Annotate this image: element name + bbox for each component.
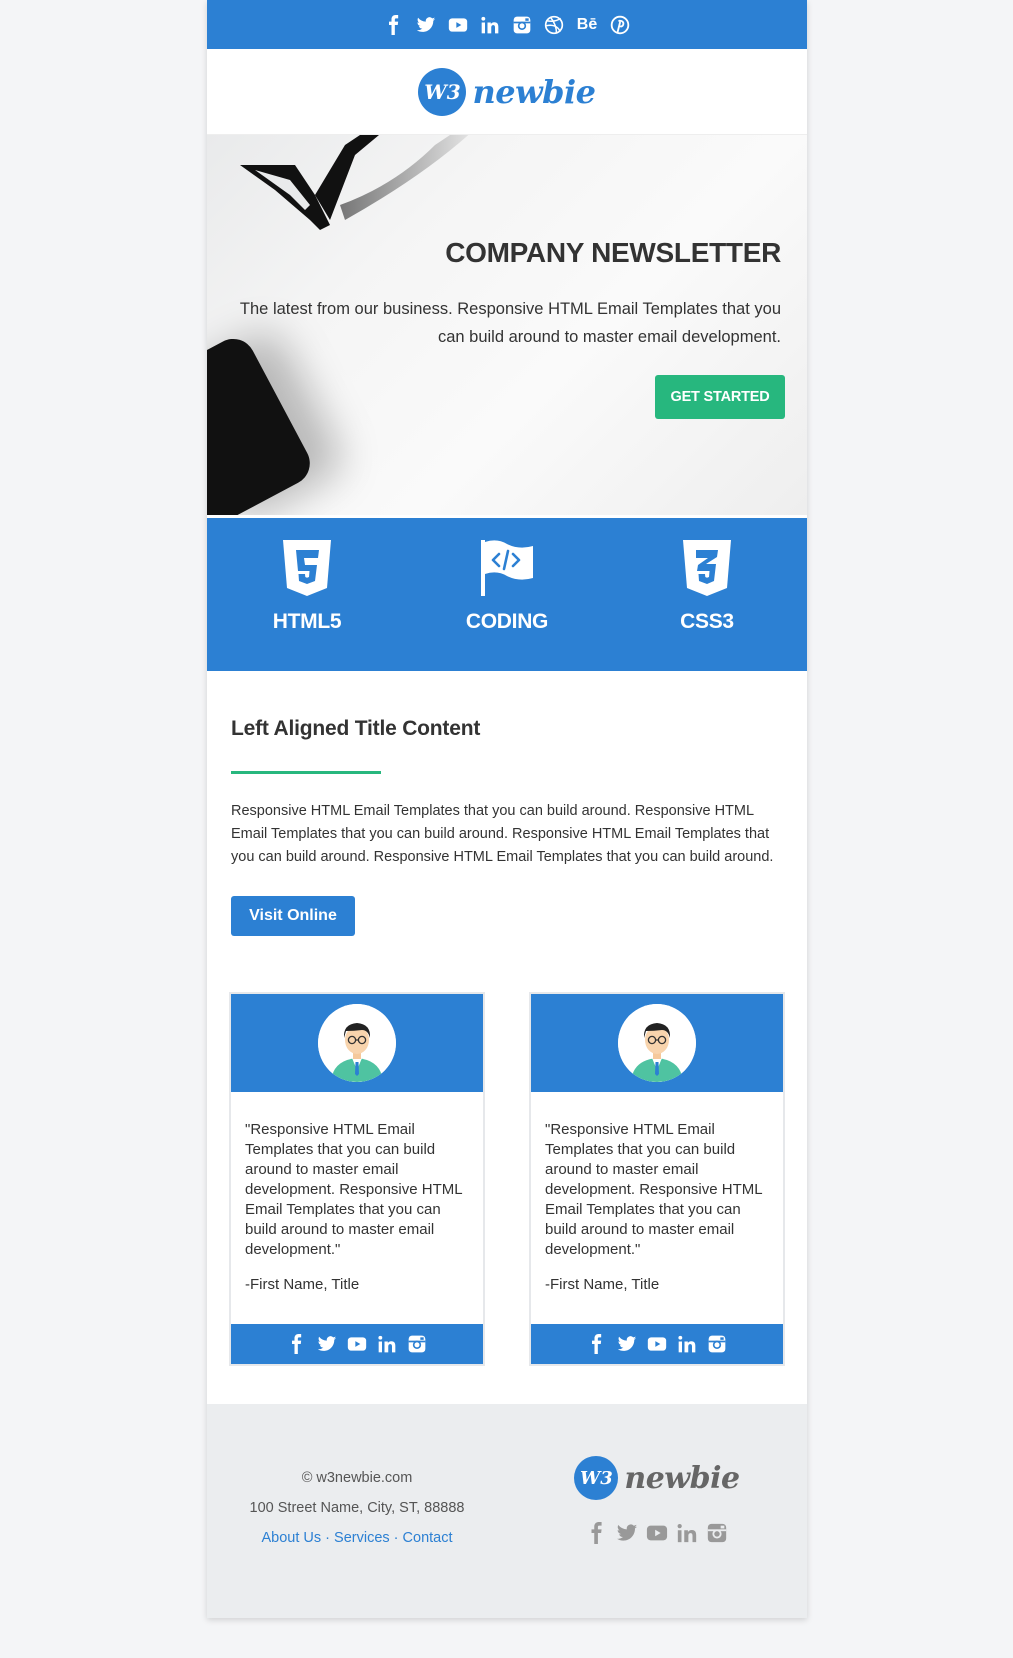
youtube-icon[interactable] [447,14,469,36]
pinterest-icon[interactable] [609,14,631,36]
facebook-icon[interactable] [586,1333,608,1355]
card-header [531,994,783,1092]
twitter-icon[interactable] [316,1333,338,1355]
testimonial-card: "Responsive HTML Email Templates that yo… [529,992,785,1366]
youtube-icon[interactable] [346,1333,368,1355]
footer-info: © w3newbie.com 100 Street Name, City, ST… [207,1470,507,1560]
linkedin-icon[interactable] [479,14,501,36]
html5-icon [283,540,331,596]
card-social-bar [531,1324,783,1364]
instagram-icon[interactable] [706,1522,728,1544]
testimonial-cards: "Responsive HTML Email Templates that yo… [207,936,807,1366]
logo-text: newbie [472,72,596,111]
card-header [231,994,483,1092]
logo-text: newbie [624,1460,740,1496]
testimonial-card: "Responsive HTML Email Templates that yo… [229,992,485,1366]
logo-badge: W3 [574,1456,619,1500]
testimonial-signature: -First Name, Title [245,1276,360,1293]
footer-social-icons [586,1522,728,1544]
email-container: Bē W3 newbie COMPANY NEWSLETTER The late… [207,0,807,1618]
instagram-icon[interactable] [511,14,533,36]
linkedin-icon[interactable] [376,1333,398,1355]
link-separator: · [321,1530,335,1546]
footer-brand: W3 newbie [507,1456,807,1544]
title-divider [231,771,381,774]
address-text: 100 Street Name, City, ST, 88888 [249,1500,465,1516]
avatar [618,1004,696,1082]
hero-banner: COMPANY NEWSLETTER The latest from our b… [207,135,807,515]
link-separator: · [389,1530,403,1546]
copyright-text: © w3newbie.com [301,1470,413,1486]
avatar [318,1004,396,1082]
section-title: Left Aligned Title Content [231,717,481,740]
top-social-bar: Bē [207,0,807,49]
linkedin-icon[interactable] [676,1333,698,1355]
facebook-icon[interactable] [383,14,405,36]
twitter-icon[interactable] [415,14,437,36]
glasses-image [240,135,469,230]
services-link[interactable]: Services [334,1530,390,1546]
facebook-icon[interactable] [286,1333,308,1355]
feature-label: CODING [465,610,549,633]
twitter-icon[interactable] [616,1522,638,1544]
get-started-button[interactable]: GET STARTED [655,375,785,419]
instagram-icon[interactable] [406,1333,428,1355]
logo-badge: W3 [418,67,467,116]
dribbble-icon[interactable] [543,14,565,36]
youtube-icon[interactable] [646,1522,668,1544]
hero-text: The latest from our business. Responsive… [239,300,781,346]
footer: © w3newbie.com 100 Street Name, City, ST… [207,1404,807,1618]
facebook-icon[interactable] [586,1522,608,1544]
hero-title: COMPANY NEWSLETTER [445,237,781,268]
section-text: Responsive HTML Email Templates that you… [231,803,774,865]
footer-links: About Us · Services · Contact [207,1530,507,1546]
card-body: "Responsive HTML Email Templates that yo… [231,1092,483,1324]
phone-image [207,331,318,515]
code-flag-icon [481,540,533,596]
instagram-icon[interactable] [706,1333,728,1355]
feature-css3[interactable]: CSS3 [617,538,797,634]
logo-header: W3 newbie [207,49,807,135]
card-body: "Responsive HTML Email Templates that yo… [531,1092,783,1324]
feature-label: CSS3 [680,610,734,633]
youtube-icon[interactable] [646,1333,668,1355]
linkedin-icon[interactable] [676,1522,698,1544]
feature-coding[interactable]: CODING [417,538,597,634]
css3-icon [683,540,731,596]
w3newbie-logo[interactable]: W3 newbie [418,67,596,116]
visit-online-button[interactable]: Visit Online [231,896,355,936]
person-avatar-icon [318,1004,396,1082]
feature-label: HTML5 [272,610,342,633]
card-social-bar [231,1324,483,1364]
footer-logo[interactable]: W3 newbie [574,1456,740,1500]
testimonial-quote: "Responsive HTML Email Templates that yo… [245,1121,463,1258]
content-section: Left Aligned Title Content Responsive HT… [207,671,807,936]
about-us-link[interactable]: About Us [261,1530,321,1546]
features-band: HTML5 CODING CSS3 [207,518,807,671]
feature-html5[interactable]: HTML5 [217,538,397,634]
contact-link[interactable]: Contact [403,1530,453,1546]
person-avatar-icon [618,1004,696,1082]
twitter-icon[interactable] [616,1333,638,1355]
behance-icon[interactable]: Bē [575,14,599,36]
testimonial-quote: "Responsive HTML Email Templates that yo… [545,1121,763,1258]
testimonial-signature: -First Name, Title [545,1276,660,1293]
